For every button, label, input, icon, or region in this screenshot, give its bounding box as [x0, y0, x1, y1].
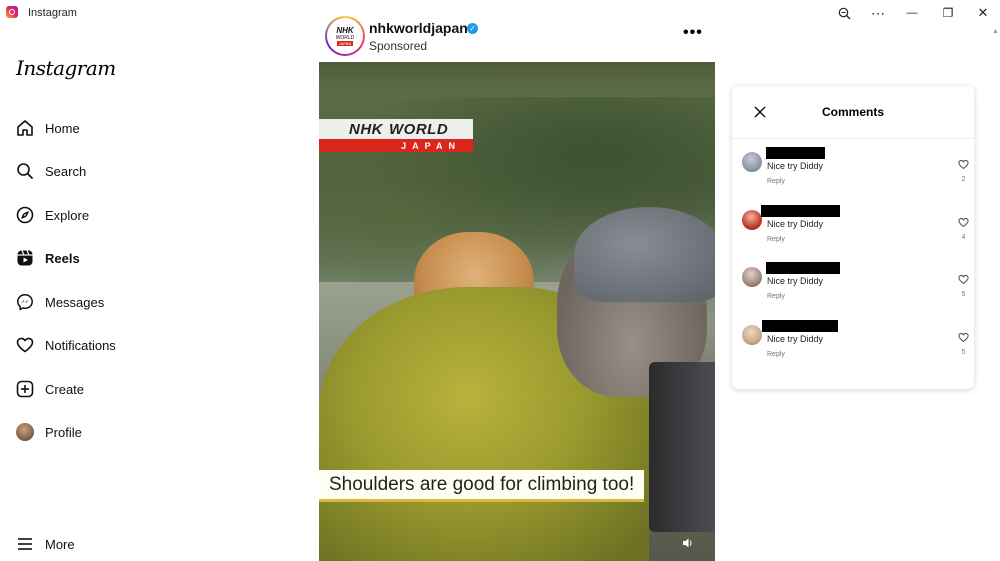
zoom-button[interactable] [829, 3, 859, 23]
sidebar-item-label: Home [45, 120, 80, 136]
reply-button[interactable]: Reply [767, 293, 785, 300]
scrollbar-up-arrow[interactable]: ▲ [992, 28, 999, 35]
redacted-username [762, 320, 838, 332]
redacted-username [766, 147, 825, 159]
redacted-username [761, 205, 840, 217]
like-heart-icon[interactable] [958, 330, 969, 343]
like-count: 5 [961, 291, 966, 298]
compass-icon [16, 206, 34, 224]
search-icon [16, 162, 34, 180]
comment-text: Nice try Diddy [767, 334, 824, 344]
comment-item: Nice try Diddy Reply 2 [732, 147, 974, 199]
post-header: NHK WORLD JAPAN nhkworldjapan ✓ Sponsore… [319, 14, 715, 60]
like-count: 4 [961, 234, 966, 241]
commenter-avatar[interactable] [742, 325, 762, 345]
post-username[interactable]: nhkworldjapan [369, 20, 468, 36]
sidebar-item-create[interactable]: Create [16, 375, 216, 403]
restore-button[interactable]: ❐ [933, 3, 963, 23]
comments-title: Comments [821, 105, 884, 119]
profile-avatar [16, 423, 34, 441]
close-window-button[interactable]: ✕ [968, 3, 998, 23]
commenter-avatar[interactable] [742, 210, 762, 230]
comment-text: Nice try Diddy [767, 161, 824, 171]
sidebar-item-reels[interactable]: Reels [16, 244, 216, 272]
sidebar-item-label: Create [45, 381, 85, 397]
sidebar-item-label: Messages [45, 294, 105, 310]
instagram-app-icon [6, 6, 18, 18]
messenger-icon [16, 293, 34, 311]
comment-item: Nice try Diddy Reply 4 [732, 205, 974, 257]
reply-button[interactable]: Reply [767, 351, 785, 358]
comment-item: Nice try Diddy Reply 5 [732, 262, 974, 314]
post-options-button[interactable]: ••• [683, 24, 703, 42]
like-heart-icon[interactable] [958, 215, 969, 228]
sidebar-item-label: Reels [45, 250, 80, 266]
home-icon [16, 119, 34, 137]
heart-icon [16, 336, 34, 354]
sidebar-item-label: Search [45, 163, 87, 179]
comment-text: Nice try Diddy [767, 276, 824, 286]
sidebar-item-label: Notifications [45, 337, 116, 353]
comments-panel: Comments Nice try Diddy Reply 2 Nice try… [732, 86, 974, 389]
instagram-logo[interactable]: Instagram [16, 56, 116, 80]
like-count: 5 [961, 349, 966, 356]
video-caption: Shoulders are good for climbing too! [319, 470, 645, 502]
window-more-button[interactable]: ⋯ [863, 3, 893, 23]
speaker-icon[interactable] [681, 536, 695, 550]
comment-item: Nice try Diddy Reply 5 [732, 320, 974, 372]
sidebar-item-label: Profile [45, 424, 82, 440]
window-title: Instagram [28, 7, 77, 19]
sidebar-item-notifications[interactable]: Notifications [16, 331, 216, 359]
commenter-avatar[interactable] [742, 267, 762, 287]
like-heart-icon[interactable] [958, 272, 969, 285]
nhk-world-japan-logo: NHK WORLD JAPAN [319, 119, 473, 152]
like-count: 2 [961, 176, 966, 183]
reply-button[interactable]: Reply [767, 236, 785, 243]
sidebar-item-label: Explore [45, 207, 90, 223]
zoom-icon [838, 7, 850, 19]
reel-video[interactable]: NHK WORLD JAPAN Shoulders are good for cl… [319, 62, 715, 561]
hamburger-menu-icon [16, 535, 34, 553]
sidebar-item-explore[interactable]: Explore [16, 201, 216, 229]
sponsored-label: Sponsored [369, 39, 428, 53]
redacted-username [766, 262, 840, 274]
comments-header: Comments [732, 86, 974, 139]
comment-text: Nice try Diddy [767, 219, 824, 229]
commenter-avatar[interactable] [742, 152, 762, 172]
sidebar-item-more[interactable]: More [16, 530, 216, 558]
sidebar-item-messages[interactable]: Messages [16, 288, 216, 316]
sidebar-more-label: More [45, 536, 75, 552]
sidebar-item-search[interactable]: Search [16, 157, 216, 185]
sidebar: Instagram Home Search Explore Reels Mess… [0, 26, 240, 561]
like-heart-icon[interactable] [958, 157, 969, 170]
sidebar-item-profile[interactable]: Profile [16, 418, 216, 446]
verified-badge-icon: ✓ [467, 23, 478, 34]
reels-icon [16, 249, 34, 267]
minimize-button[interactable]: — [897, 3, 927, 23]
sidebar-item-home[interactable]: Home [16, 114, 216, 142]
post-author-avatar[interactable]: NHK WORLD JAPAN [325, 16, 365, 56]
reply-button[interactable]: Reply [767, 178, 785, 185]
plus-square-icon [16, 380, 34, 398]
